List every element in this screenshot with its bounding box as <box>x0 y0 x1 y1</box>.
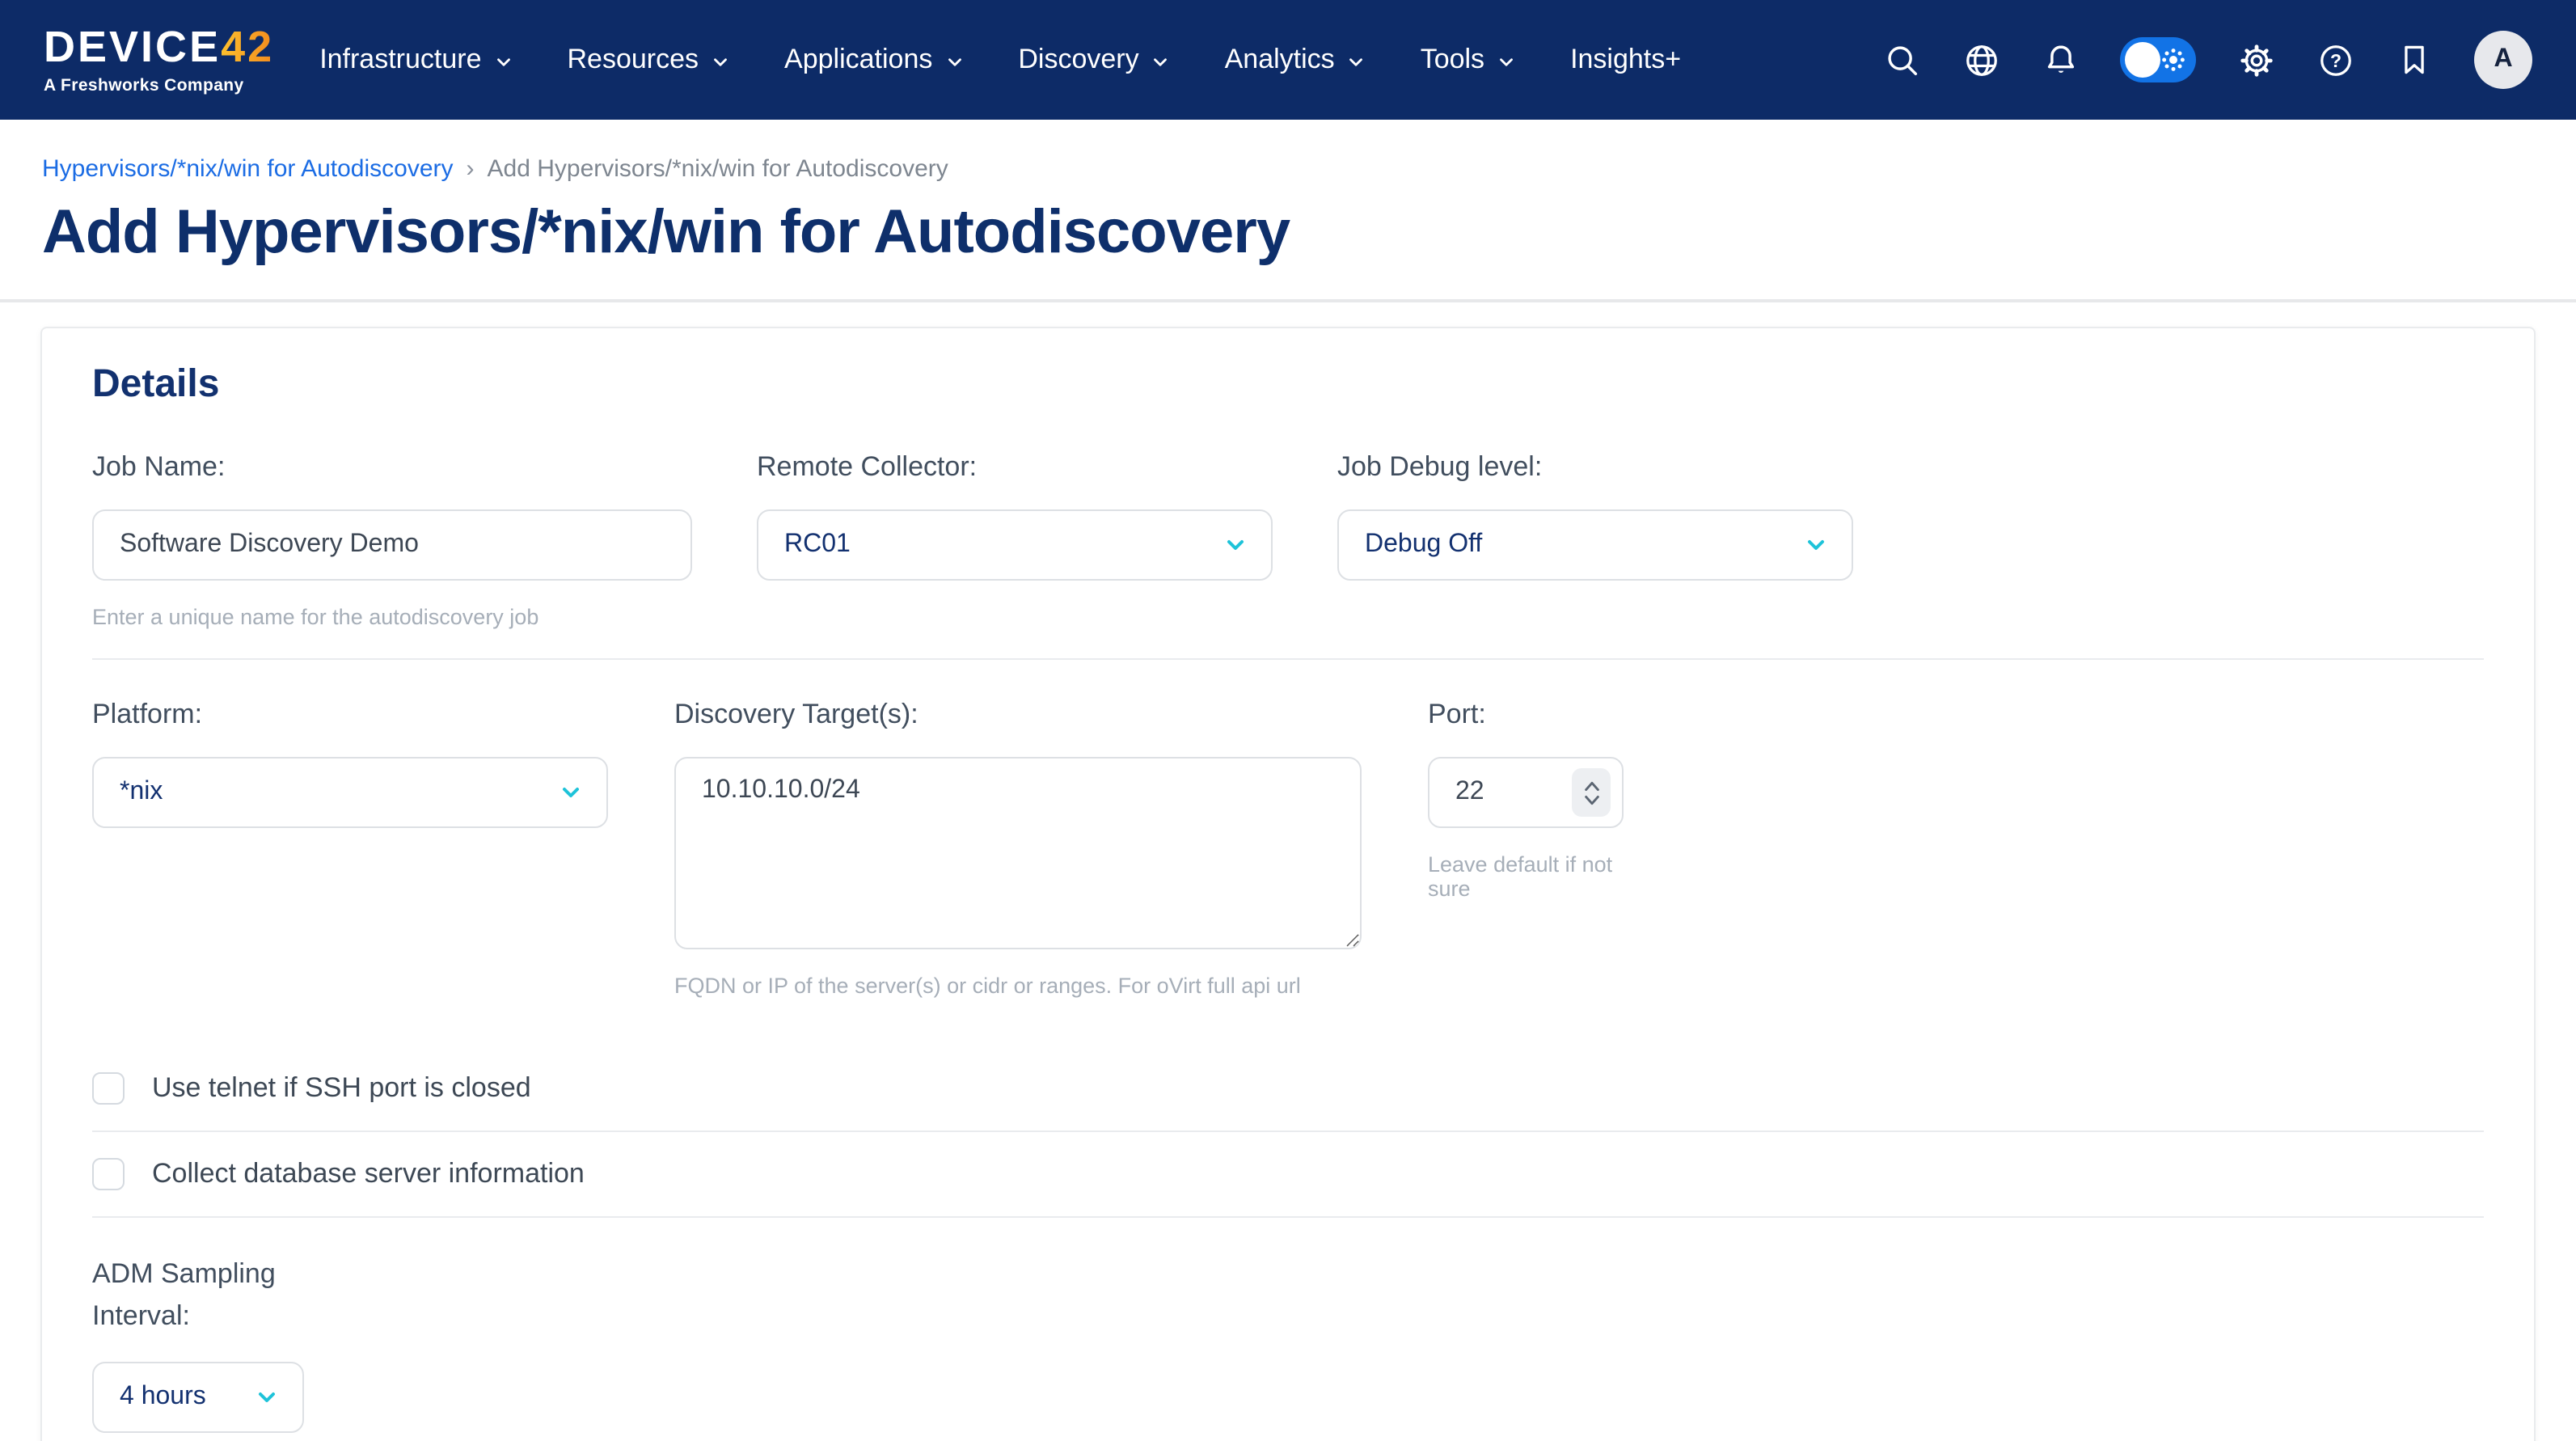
page-title: Add Hypervisors/*nix/win for Autodiscove… <box>42 199 2534 268</box>
remote-collector-label: Remote Collector: <box>757 451 1273 484</box>
user-avatar[interactable]: A <box>2474 31 2532 89</box>
form-row-1: Job Name: Enter a unique name for the au… <box>92 451 2484 629</box>
nav-item-applications[interactable]: Applications <box>784 44 965 76</box>
main-nav: Infrastructure Resources Applications Di… <box>319 44 1681 76</box>
bookmark-icon[interactable] <box>2395 40 2434 79</box>
breadcrumb-separator: › <box>467 155 475 183</box>
job-debug-select[interactable]: Debug Off <box>1337 509 1853 581</box>
nav-item-infrastructure[interactable]: Infrastructure <box>319 44 513 76</box>
discovery-targets-textarea[interactable]: 10.10.10.0/24 <box>674 757 1362 949</box>
chevron-down-icon <box>1582 793 1600 806</box>
chevron-down-icon <box>1803 532 1829 558</box>
chevron-down-icon <box>493 51 514 72</box>
search-icon[interactable] <box>1882 40 1921 79</box>
discovery-targets-group: Discovery Target(s): 10.10.10.0/24 FQDN … <box>674 699 1362 998</box>
discovery-targets-helper: FQDN or IP of the server(s) or cidr or r… <box>674 974 1362 998</box>
platform-group: Platform: *nix <box>92 699 608 998</box>
port-stepper[interactable] <box>1572 768 1611 817</box>
avatar-initial: A <box>2494 45 2512 74</box>
collect-db-checkbox-label: Collect database server information <box>152 1158 585 1190</box>
port-group: Port: Leave default if not sure <box>1428 699 1624 998</box>
theme-toggle[interactable] <box>2120 37 2196 82</box>
help-icon[interactable]: ? <box>2316 40 2354 79</box>
svg-text:?: ? <box>2329 49 2341 70</box>
chevron-down-icon <box>254 1384 280 1409</box>
details-card: Details Job Name: Enter a unique name fo… <box>40 327 2536 1441</box>
telnet-checkbox-label: Use telnet if SSH port is closed <box>152 1072 531 1105</box>
adm-sampling-value: 4 hours <box>120 1382 206 1411</box>
breadcrumb-link-hypervisors[interactable]: Hypervisors/*nix/win for Autodiscovery <box>42 155 454 183</box>
job-name-group: Job Name: Enter a unique name for the au… <box>92 451 692 629</box>
form-row-2: Platform: *nix Discovery Target(s): 10.1… <box>92 699 2484 998</box>
settings-gear-icon[interactable] <box>2236 40 2275 79</box>
telnet-checkbox[interactable] <box>92 1072 125 1105</box>
chevron-down-icon <box>558 780 584 805</box>
job-name-helper: Enter a unique name for the autodiscover… <box>92 605 692 629</box>
chevron-down-icon <box>1151 51 1172 72</box>
platform-value: *nix <box>120 778 163 807</box>
divider <box>92 658 2484 660</box>
sun-icon <box>2157 44 2190 76</box>
chevron-down-icon <box>710 51 731 72</box>
remote-collector-group: Remote Collector: RC01 <box>757 451 1273 629</box>
adm-sampling-label: ADM Sampling Interval: <box>92 1253 302 1338</box>
telnet-checkbox-row: Use telnet if SSH port is closed <box>92 1046 2484 1130</box>
platform-label: Platform: <box>92 699 608 731</box>
adm-sampling-select[interactable]: 4 hours <box>92 1361 304 1432</box>
chevron-up-icon <box>1582 779 1600 792</box>
nav-item-analytics[interactable]: Analytics <box>1225 44 1367 76</box>
checkbox-section: Use telnet if SSH port is closed Collect… <box>92 1046 2484 1218</box>
job-debug-label: Job Debug level: <box>1337 451 1853 484</box>
remote-collector-value: RC01 <box>784 530 851 560</box>
breadcrumb-current: Add Hypervisors/*nix/win for Autodiscove… <box>488 155 948 183</box>
port-field <box>1428 757 1624 828</box>
collect-db-checkbox[interactable] <box>92 1158 125 1190</box>
job-debug-value: Debug Off <box>1365 530 1482 560</box>
remote-collector-select[interactable]: RC01 <box>757 509 1273 581</box>
chevron-down-icon <box>1346 51 1367 72</box>
nav-icon-cluster: ? A <box>1882 31 2532 89</box>
collect-db-checkbox-row: Collect database server information <box>92 1132 2484 1216</box>
logo-wordmark: DEVICE42 <box>44 26 274 70</box>
platform-select[interactable]: *nix <box>92 757 608 828</box>
discovery-targets-label: Discovery Target(s): <box>674 699 1362 731</box>
logo-tagline: A Freshworks Company <box>44 78 274 95</box>
job-name-input[interactable] <box>92 509 692 581</box>
notifications-bell-icon[interactable] <box>2041 40 2080 79</box>
page-divider <box>0 299 2576 302</box>
globe-icon[interactable] <box>1962 40 2000 79</box>
top-navbar: DEVICE42 A Freshworks Company Infrastruc… <box>0 0 2576 120</box>
toggle-knob <box>2125 42 2160 78</box>
section-title-details: Details <box>92 362 2484 408</box>
chevron-down-icon <box>1223 532 1248 558</box>
chevron-down-icon <box>944 51 965 72</box>
chevron-down-icon <box>1496 51 1517 72</box>
nav-item-insights[interactable]: Insights+ <box>1570 44 1681 76</box>
job-debug-group: Job Debug level: Debug Off <box>1337 451 1853 629</box>
breadcrumb: Hypervisors/*nix/win for Autodiscovery ›… <box>42 155 2576 183</box>
adm-sampling-group: ADM Sampling Interval: 4 hours <box>92 1253 2484 1441</box>
port-helper: Leave default if not sure <box>1428 852 1624 901</box>
job-name-label: Job Name: <box>92 451 692 484</box>
nav-item-tools[interactable]: Tools <box>1421 44 1517 76</box>
logo-accent-42: 42 <box>221 23 274 71</box>
nav-item-discovery[interactable]: Discovery <box>1018 44 1171 76</box>
device42-logo[interactable]: DEVICE42 A Freshworks Company <box>44 26 274 95</box>
port-label: Port: <box>1428 699 1624 731</box>
nav-item-resources[interactable]: Resources <box>568 44 732 76</box>
divider <box>92 1216 2484 1218</box>
app-viewport: DEVICE42 A Freshworks Company Infrastruc… <box>0 0 2576 1441</box>
